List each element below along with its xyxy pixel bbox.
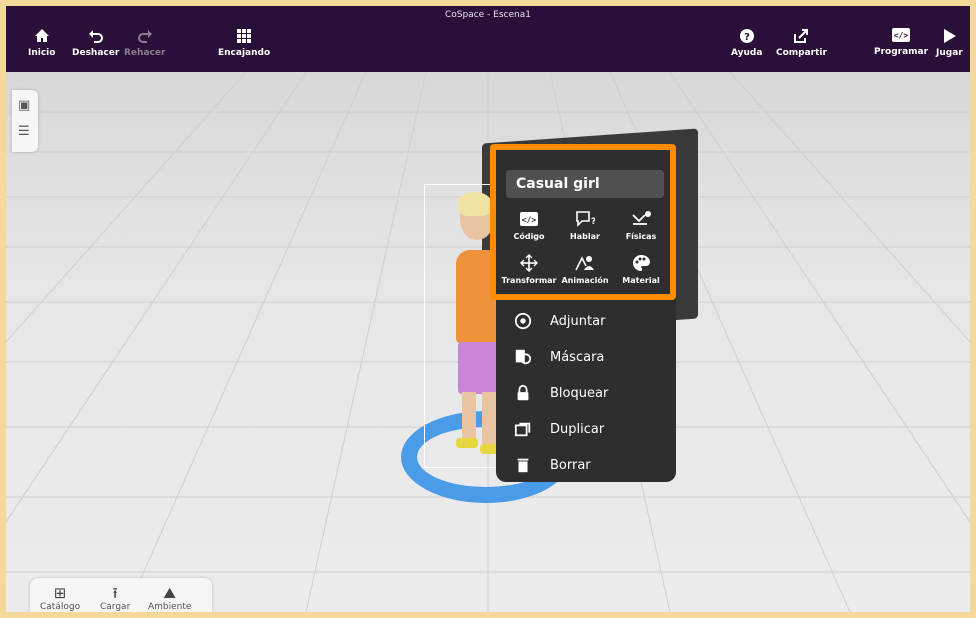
menu-item-label: Duplicar [550,421,605,437]
svg-text:?: ? [744,32,750,43]
help-label: Ayuda [731,48,763,58]
snap-label: Encajando [218,48,271,58]
character-shoe[interactable] [456,438,478,448]
home-button[interactable]: Inicio [28,28,55,58]
code-label: Programar [874,47,929,57]
menu-item-duplicate[interactable]: Duplicar [496,412,676,446]
app-frame: Adjuntar Máscara Bloquear Duplicar Borra… [6,6,970,612]
menu-item-label: Bloquear [550,385,609,401]
redo-label: Rehacer [124,48,166,58]
bottom-panel: ⊞ Catálogo ⭱ Cargar ⛰ Ambiente [30,578,212,612]
tool-material[interactable]: Material [614,254,668,285]
list-icon[interactable]: ☰ [18,124,30,139]
tool-animation[interactable]: Animación [558,254,612,285]
svg-text:?: ? [591,217,595,227]
tool-label: Transformar [501,276,557,285]
trash-icon [517,458,529,473]
upload-icon: ⭱ [112,584,118,602]
gallery-icon[interactable]: ▣ [18,98,30,113]
character-hair[interactable] [458,192,492,216]
tool-physics[interactable]: Físicas [614,210,668,241]
environment-button[interactable]: ⛰ Ambiente [148,584,191,612]
object-card: Casual girl </> Código ? Hablar Físicas … [490,144,676,300]
speech-icon: ? [576,211,595,227]
duplicate-icon [514,422,531,437]
catalog-icon: ⊞ [53,584,67,602]
undo-button[interactable]: Deshacer [72,28,119,58]
code-editor-icon: </> [892,28,911,42]
snap-button[interactable]: Encajando [218,28,270,58]
window-title: CoSpace - Escena1 [445,10,531,20]
context-menu: Adjuntar Máscara Bloquear Duplicar Borra… [496,294,676,482]
play-button[interactable]: Jugar [936,28,963,58]
home-icon [34,29,49,42]
physics-icon [632,211,651,225]
attach-icon [514,312,532,330]
character-shorts[interactable] [458,342,500,394]
undo-label: Deshacer [72,48,120,58]
upload-label: Cargar [100,602,131,612]
home-label: Inicio [28,48,56,58]
menu-item-lock[interactable]: Bloquear [496,376,676,410]
grid-icon [237,29,252,43]
move-arrows-icon [520,254,538,272]
tool-code[interactable]: </> Código [502,210,556,241]
share-label: Compartir [776,48,827,58]
menu-item-label: Máscara [550,349,605,365]
tool-label: Físicas [625,232,657,241]
redo-button[interactable]: Rehacer [124,28,165,58]
character-leg[interactable] [462,392,476,444]
help-button[interactable]: ? Ayuda [731,28,762,58]
redo-icon [137,30,152,43]
play-icon [944,29,957,43]
object-name[interactable]: Casual girl [506,170,664,198]
tool-transform[interactable]: Transformar [501,254,557,285]
code-button[interactable]: </> Programar [874,28,928,57]
code-icon: </> [520,212,538,226]
tool-speak[interactable]: ? Hablar [558,210,612,241]
menu-item-label: Adjuntar [550,313,606,329]
share-button[interactable]: Compartir [776,28,827,58]
mask-icon [515,349,532,365]
play-label: Jugar [936,48,963,58]
environment-icon: ⛰ [163,584,177,602]
left-panel: ▣ ☰ [12,90,38,152]
lock-icon [517,384,529,401]
catalog-button[interactable]: ⊞ Catálogo [40,584,80,612]
menu-item-attach[interactable]: Adjuntar [496,304,676,338]
top-toolbar: CoSpace - Escena1 Inicio Deshacer Rehace… [6,6,970,72]
animation-icon [575,256,594,271]
menu-item-delete[interactable]: Borrar [496,448,676,482]
character-leg[interactable] [482,392,496,448]
tool-label: Hablar [570,232,600,241]
help-icon: ? [739,29,754,43]
upload-button[interactable]: ⭱ Cargar [100,584,130,612]
palette-icon [633,255,650,271]
tool-label: Animación [561,276,609,285]
tool-label: Código [513,232,545,241]
undo-icon [88,30,103,43]
menu-item-mask[interactable]: Máscara [496,340,676,374]
tool-label: Material [622,276,660,285]
svg-text:</>: </> [522,216,537,225]
share-icon [794,29,809,43]
menu-item-label: Borrar [550,457,591,473]
catalog-label: Catálogo [40,602,81,612]
environment-label: Ambiente [148,602,192,612]
